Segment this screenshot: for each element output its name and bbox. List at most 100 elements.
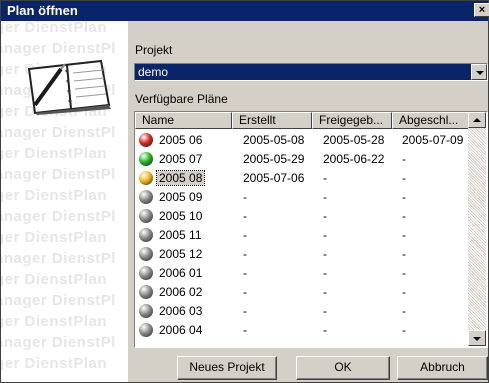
watermark-line: ger DienstPlan: [1, 229, 108, 246]
chevron-down-icon[interactable]: [471, 64, 487, 80]
plan-row[interactable]: 2006 04 - - -: [135, 321, 469, 340]
watermark-line: ger DienstPlan: [1, 21, 108, 36]
plan-released: -: [323, 285, 327, 299]
plan-row[interactable]: 2005 09 - - -: [135, 188, 469, 207]
status-gray-icon: [139, 304, 153, 318]
plan-name: 2005 06: [159, 133, 203, 147]
watermark-line: ger DienstPlan: [1, 187, 108, 204]
plan-closed: -: [402, 247, 406, 261]
status-gray-icon: [139, 228, 153, 242]
column-header-name[interactable]: Name: [135, 112, 232, 129]
plan-released: -: [323, 323, 327, 337]
plan-name: 2005 10: [159, 209, 203, 223]
status-gray-icon: [139, 323, 153, 337]
plan-name: 2006 03: [159, 304, 203, 318]
watermark-line: ger DienstPlan: [1, 271, 108, 288]
plan-closed: -: [402, 152, 406, 166]
planner-notebook-icon: [27, 59, 111, 115]
plan-created: -: [243, 209, 247, 223]
plan-released: 2005-05-28: [323, 133, 385, 147]
close-icon[interactable]: ×: [474, 3, 489, 17]
status-gray-icon: [139, 247, 153, 261]
plan-row[interactable]: 2005 07 2005-05-29 2005-06-22 -: [135, 150, 469, 169]
plan-name: 2005 08: [155, 170, 206, 186]
plan-closed: -: [402, 228, 406, 242]
plan-released: 2005-06-22: [323, 152, 385, 166]
plan-created: -: [243, 190, 247, 204]
plan-row[interactable]: 2005 08 2005-07-06 - -: [135, 169, 469, 188]
new-project-button[interactable]: Neues Projekt: [177, 356, 277, 380]
scroll-up-icon[interactable]: [468, 112, 486, 128]
cancel-button[interactable]: Abbruch: [397, 356, 488, 380]
plan-released: -: [323, 304, 327, 318]
plan-closed: -: [402, 266, 406, 280]
project-value: demo: [138, 65, 169, 79]
plan-row[interactable]: 2005 10 - - -: [135, 207, 469, 226]
plan-row[interactable]: 2006 01 - - -: [135, 264, 469, 283]
plan-created: -: [243, 247, 247, 261]
ok-button[interactable]: OK: [296, 356, 390, 380]
watermark-line: anager DienstPl: [1, 208, 116, 225]
plan-released: -: [323, 266, 327, 280]
plan-closed: 2005-07-09: [402, 133, 464, 147]
column-header-created[interactable]: Erstellt: [232, 112, 312, 129]
plan-open-dialog: Plan öffnen × ger DienstPlan anager Diens…: [0, 0, 489, 383]
watermark-line: anager DienstPl: [1, 124, 116, 141]
plan-name: 2006 04: [159, 323, 203, 337]
watermark-line: ger DienstPlan: [1, 355, 108, 372]
plan-closed: -: [402, 171, 406, 185]
plan-name: 2005 07: [159, 152, 203, 166]
plan-closed: -: [402, 304, 406, 318]
plan-released: -: [323, 171, 327, 185]
plan-created: -: [243, 285, 247, 299]
plan-row[interactable]: 2005 11 - - -: [135, 226, 469, 245]
plan-closed: -: [402, 190, 406, 204]
watermark-line: anager DienstPl: [1, 166, 116, 183]
column-header-released[interactable]: Freigegeb...: [312, 112, 392, 129]
plan-released: -: [323, 190, 327, 204]
watermark-line: anager DienstPl: [1, 40, 116, 57]
status-gray-icon: [139, 285, 153, 299]
plan-created: 2005-05-29: [243, 152, 305, 166]
plans-list[interactable]: Name Erstellt Freigegeb... Abgeschl... 2…: [134, 111, 488, 348]
sidebar-banner: ger DienstPlan anager DienstPl ger DienstP…: [1, 21, 128, 382]
plan-closed: -: [402, 209, 406, 223]
plans-label: Verfügbare Pläne: [135, 92, 228, 106]
plan-row[interactable]: 2006 03 - - -: [135, 302, 469, 321]
plan-created: 2005-05-08: [243, 133, 305, 147]
plan-closed: -: [402, 285, 406, 299]
status-gray-icon: [139, 209, 153, 223]
project-select[interactable]: demo: [134, 63, 488, 81]
status-gray-icon: [139, 266, 153, 280]
plan-name: 2005 09: [159, 190, 203, 204]
plan-closed: -: [402, 323, 406, 337]
status-red-icon: [139, 133, 153, 147]
plan-name: 2005 12: [159, 247, 203, 261]
watermark-line: ger DienstPlan: [1, 313, 108, 330]
plan-name: 2005 11: [159, 228, 202, 242]
plan-row[interactable]: 2006 02 - - -: [135, 283, 469, 302]
plan-released: -: [323, 209, 327, 223]
watermark-line: ger DienstPlan: [1, 145, 108, 162]
plan-row[interactable]: 2005 12 - - -: [135, 245, 469, 264]
plan-created: -: [243, 304, 247, 318]
status-yellow-icon: [139, 171, 153, 185]
list-scrollbar[interactable]: [468, 112, 486, 346]
watermark-line: anager DienstPl: [1, 334, 116, 351]
scroll-down-icon[interactable]: [468, 330, 486, 346]
plan-released: -: [323, 228, 327, 242]
plan-released: -: [323, 247, 327, 261]
title-bar[interactable]: Plan öffnen ×: [1, 1, 489, 21]
watermark-line: anager DienstPl: [1, 292, 116, 309]
plan-created: -: [243, 228, 247, 242]
plan-name: 2006 01: [159, 266, 203, 280]
project-label: Projekt: [135, 43, 173, 57]
plan-name: 2006 02: [159, 285, 203, 299]
window-title: Plan öffnen: [7, 3, 78, 18]
plan-created: -: [243, 266, 247, 280]
watermark-line: anager DienstPl: [1, 250, 116, 267]
status-green-icon: [139, 152, 153, 166]
plan-row[interactable]: 2005 06 2005-05-08 2005-05-28 2005-07-09: [135, 131, 469, 150]
column-header-closed[interactable]: Abgeschl...: [392, 112, 469, 129]
plan-created: 2005-07-06: [243, 171, 305, 185]
